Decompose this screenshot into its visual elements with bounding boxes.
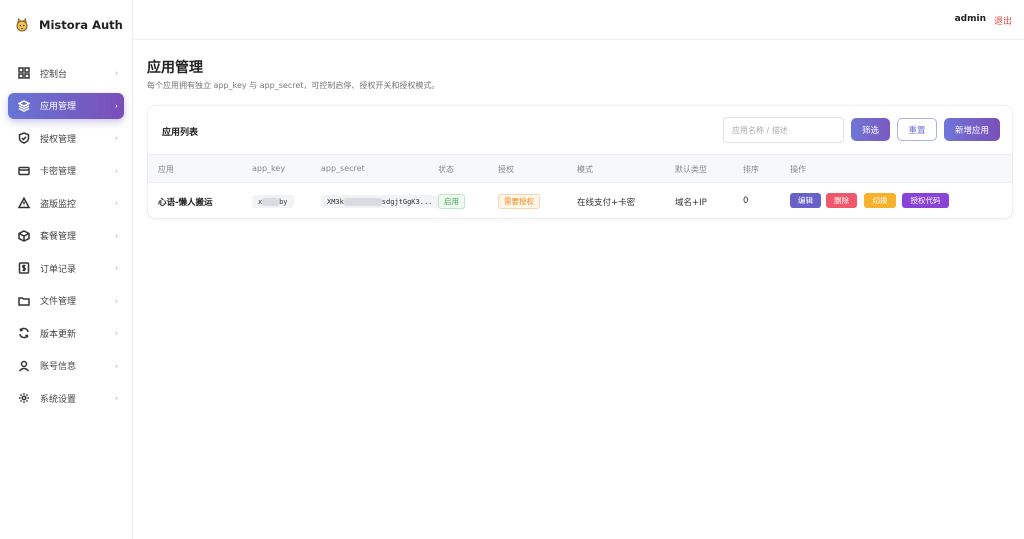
cat-logo-icon [14,17,30,33]
brand-name: Mistora Auth [39,18,123,32]
sidebar-item-files[interactable]: 文件管理 › [8,288,124,314]
refresh-icon [18,327,30,339]
current-user[interactable]: admin [955,14,986,24]
sidebar-item-settings[interactable]: 系统设置 › [8,385,124,411]
auth-badge: 需要授权 [498,194,540,209]
sidebar: Mistora Auth 控制台 › 应用管理 › 授权管理 › 卡密管理 › … [0,0,133,539]
table-header: 应用 app_key app_secret 状态 授权 模式 默认类型 排序 操… [148,154,1012,183]
sort-value: 0 [743,196,749,206]
switch-button[interactable]: 切换 [864,193,896,208]
sidebar-item-dashboard[interactable]: 控制台 › [8,60,124,86]
search-input[interactable] [723,117,844,143]
chevron-right-icon: › [114,198,118,208]
sidebar-item-label: 控制台 [40,69,68,80]
box-icon [18,229,30,242]
delete-button[interactable]: 删除 [826,193,857,208]
chevron-right-icon: › [114,393,118,403]
shield-check-icon [18,132,30,144]
sidebar-item-label: 版本更新 [40,329,77,340]
app-secret-value: XM3kxxxxxxxxxsdgjtGgK3... [321,195,439,208]
sidebar-item-label: 套餐管理 [40,232,77,242]
default-type-value: 域名+IP [675,198,707,208]
column-header-app-secret: app_secret [321,164,365,173]
chevron-right-icon: › [114,361,118,370]
chevron-right-icon: › [114,101,118,110]
chevron-right-icon: › [114,328,118,338]
sidebar-item-cards[interactable]: 卡密管理 › [8,158,124,184]
sidebar-item-label: 系统设置 [40,394,77,405]
add-app-button[interactable]: 新增应用 [944,118,1000,141]
card-icon [18,165,30,177]
sidebar-item-orders[interactable]: 订单记录 › [8,255,124,281]
column-header-app: 应用 [158,165,174,174]
sidebar-item-label: 卡密管理 [40,167,77,177]
column-header-actions: 操作 [790,165,806,174]
grid-icon [18,67,30,79]
sidebar-item-label: 应用管理 [40,102,77,112]
chevron-right-icon: › [114,166,118,175]
app-name: 心语-懒人搬运 [158,198,213,208]
column-header-sort: 排序 [743,165,759,174]
sidebar-item-label: 订单记录 [40,264,77,275]
status-badge: 启用 [438,194,465,209]
chevron-right-icon: › [114,263,118,273]
app-key-value: xxxxxby [252,195,294,208]
user-icon [18,360,30,372]
sidebar-item-account[interactable]: 账号信息 › [8,353,124,379]
sidebar-item-label: 授权管理 [40,134,77,145]
filter-button[interactable]: 筛选 [851,118,890,141]
page-description: 每个应用拥有独立 app_key 与 app_secret，可控制启停、授权开关… [147,81,440,90]
sidebar-item-apps[interactable]: 应用管理 › [8,92,124,119]
chevron-right-icon: › [114,68,118,78]
warning-icon [18,197,30,209]
dollar-doc-icon [18,262,30,274]
chevron-right-icon: › [114,231,118,240]
reset-button[interactable]: 重置 [897,118,937,141]
gear-icon [18,392,30,404]
column-header-mode: 模式 [577,165,593,174]
card-title: 应用列表 [162,128,199,138]
layers-icon [18,99,30,112]
sidebar-item-piracy[interactable]: 盗版监控 › [8,190,124,216]
chevron-right-icon: › [114,133,118,143]
column-header-default-type: 默认类型 [675,165,707,174]
column-header-auth: 授权 [498,165,514,174]
topbar: admin 退出 [133,0,1024,40]
table-row: 心语-懒人搬运 xxxxxby XM3kxxxxxxxxxsdgjtGgK3..… [148,184,1012,218]
sidebar-nav: 控制台 › 应用管理 › 授权管理 › 卡密管理 › 盗版监控 › 套餐管理 › [0,60,132,418]
logout-link[interactable]: 退出 [994,14,1012,27]
column-header-app-key: app_key [252,164,286,173]
sidebar-item-licenses[interactable]: 授权管理 › [8,125,124,151]
sidebar-item-label: 盗版监控 [40,199,77,210]
auth-code-button[interactable]: 授权代码 [902,193,949,208]
edit-button[interactable]: 编辑 [790,193,821,208]
chevron-right-icon: › [114,296,118,305]
folder-icon [18,295,30,307]
brand[interactable]: Mistora Auth [0,0,132,50]
masked-value: xxxx [262,197,280,206]
sidebar-item-label: 账号信息 [40,362,77,372]
mode-value: 在线支付+卡密 [577,198,636,208]
column-header-status: 状态 [438,165,454,174]
sidebar-item-plans[interactable]: 套餐管理 › [8,223,124,249]
masked-value: xxxxxxxxx [343,197,382,206]
sidebar-item-label: 文件管理 [40,297,77,307]
page-title: 应用管理 [147,60,203,76]
sidebar-item-updates[interactable]: 版本更新 › [8,320,124,346]
app-list-card: 应用列表 筛选 重置 新增应用 应用 app_key app_secret 状态… [147,105,1013,219]
main-content: 应用管理 每个应用拥有独立 app_key 与 app_secret，可控制启停… [133,40,1024,539]
